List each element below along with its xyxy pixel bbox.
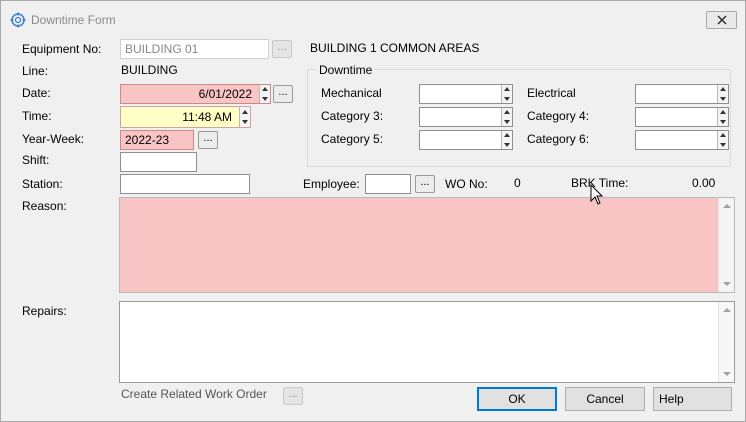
- equipment-lookup-button[interactable]: ...: [272, 40, 292, 58]
- line-value: BUILDING: [121, 63, 178, 77]
- date-label: Date:: [22, 86, 51, 100]
- electrical-dropdown[interactable]: [717, 85, 728, 103]
- category6-label: Category 6:: [527, 132, 590, 146]
- shift-label: Shift:: [22, 153, 50, 167]
- equipment-field[interactable]: BUILDING 01: [120, 39, 269, 59]
- line-label: Line:: [22, 64, 49, 78]
- year-week-label: Year-Week:: [22, 132, 85, 146]
- date-picker-button[interactable]: ...: [273, 85, 293, 103]
- employee-lookup-button[interactable]: ...: [415, 175, 435, 193]
- electrical-label: Electrical: [527, 86, 576, 100]
- downtime-group-title: Downtime: [317, 63, 375, 77]
- mouse-cursor-icon: [590, 184, 604, 205]
- category4-label: Category 4:: [527, 109, 590, 123]
- mechanical-field[interactable]: [419, 84, 513, 104]
- repairs-scrollbar[interactable]: [718, 302, 734, 382]
- shift-field[interactable]: [120, 152, 197, 172]
- time-value: 11:48 AM: [182, 110, 232, 124]
- mechanical-label: Mechanical: [321, 86, 382, 100]
- electrical-field[interactable]: [635, 84, 729, 104]
- year-week-button[interactable]: ...: [198, 131, 218, 149]
- ok-button[interactable]: OK: [477, 387, 557, 411]
- create-related-work-order-button[interactable]: ...: [283, 387, 303, 405]
- create-related-work-order-label: Create Related Work Order: [121, 387, 267, 401]
- category6-dropdown[interactable]: [717, 131, 728, 149]
- window-title: Downtime Form: [31, 13, 116, 27]
- category3-field[interactable]: [419, 107, 513, 127]
- time-spinner[interactable]: [239, 107, 250, 127]
- close-button[interactable]: [706, 11, 737, 29]
- employee-label: Employee:: [303, 177, 360, 191]
- station-field[interactable]: [120, 174, 250, 194]
- brk-time-value: 0.00: [692, 176, 716, 190]
- year-week-field[interactable]: 2022-23: [120, 130, 194, 150]
- downtime-form-window: Downtime Form Equipment No: BUILDING 01 …: [0, 0, 746, 422]
- date-spinner[interactable]: [259, 85, 270, 103]
- repairs-textarea[interactable]: [119, 301, 735, 383]
- category4-field[interactable]: [635, 107, 729, 127]
- wo-label: WO No:: [445, 177, 488, 191]
- employee-field[interactable]: [365, 174, 411, 194]
- help-button[interactable]: Help: [653, 387, 732, 411]
- date-field[interactable]: 6/01/2022: [120, 84, 271, 104]
- wo-value: 0: [514, 176, 521, 190]
- category5-dropdown[interactable]: [501, 131, 512, 149]
- reason-textarea[interactable]: [119, 197, 735, 293]
- category3-label: Category 3:: [321, 109, 384, 123]
- category5-field[interactable]: [419, 130, 513, 150]
- category6-field[interactable]: [635, 130, 729, 150]
- equipment-description: BUILDING 1 COMMON AREAS: [310, 41, 480, 55]
- mechanical-dropdown[interactable]: [501, 85, 512, 103]
- cancel-button[interactable]: Cancel: [565, 387, 645, 411]
- category5-label: Category 5:: [321, 132, 384, 146]
- title-bar: Downtime Form: [1, 1, 745, 35]
- category4-dropdown[interactable]: [717, 108, 728, 126]
- app-gear-icon: [10, 12, 26, 28]
- repairs-label: Repairs:: [22, 304, 67, 318]
- date-value: 6/01/2022: [198, 87, 252, 101]
- equipment-label: Equipment No:: [22, 42, 102, 56]
- category3-dropdown[interactable]: [501, 108, 512, 126]
- station-label: Station:: [22, 177, 63, 191]
- reason-scrollbar[interactable]: [718, 198, 734, 292]
- close-icon: [717, 15, 726, 25]
- time-field[interactable]: 11:48 AM: [120, 106, 251, 128]
- time-label: Time:: [22, 109, 52, 123]
- reason-label: Reason:: [22, 199, 67, 213]
